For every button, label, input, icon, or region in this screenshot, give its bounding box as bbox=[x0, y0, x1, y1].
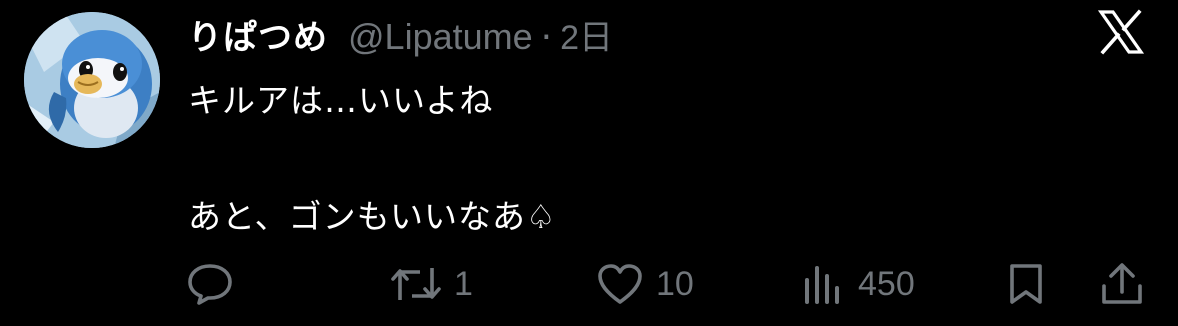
views-count: 450 bbox=[858, 264, 915, 303]
like-count: 10 bbox=[656, 264, 694, 303]
reply-icon bbox=[186, 262, 234, 306]
display-name[interactable]: りぱつめ bbox=[188, 10, 328, 59]
bookmark-button[interactable] bbox=[1006, 262, 1046, 306]
bookmark-icon bbox=[1006, 262, 1046, 306]
heart-icon bbox=[596, 262, 644, 306]
timestamp[interactable]: 2日 bbox=[560, 10, 613, 59]
tweet-text-line-2: あと、ゴンもいいなあ♤ bbox=[188, 197, 557, 236]
like-button[interactable]: 10 bbox=[596, 262, 694, 306]
x-logo-icon bbox=[1097, 8, 1145, 56]
tweet-header: りぱつめ @Lipatume · 2日 bbox=[188, 10, 613, 58]
share-icon bbox=[1100, 262, 1144, 306]
avatar-image bbox=[24, 12, 160, 148]
views-icon bbox=[802, 262, 846, 306]
share-button[interactable] bbox=[1100, 262, 1144, 306]
tweet-text-line-1: キルアは…いいよね bbox=[188, 81, 494, 120]
retweet-icon bbox=[390, 262, 442, 306]
user-handle[interactable]: @Lipatume bbox=[348, 16, 533, 58]
retweet-count: 1 bbox=[454, 264, 473, 303]
retweet-button[interactable]: 1 bbox=[390, 262, 473, 306]
separator-dot: · bbox=[540, 17, 553, 58]
views-button[interactable]: 450 bbox=[802, 262, 915, 306]
avatar[interactable] bbox=[24, 12, 160, 148]
reply-button[interactable] bbox=[186, 262, 234, 306]
